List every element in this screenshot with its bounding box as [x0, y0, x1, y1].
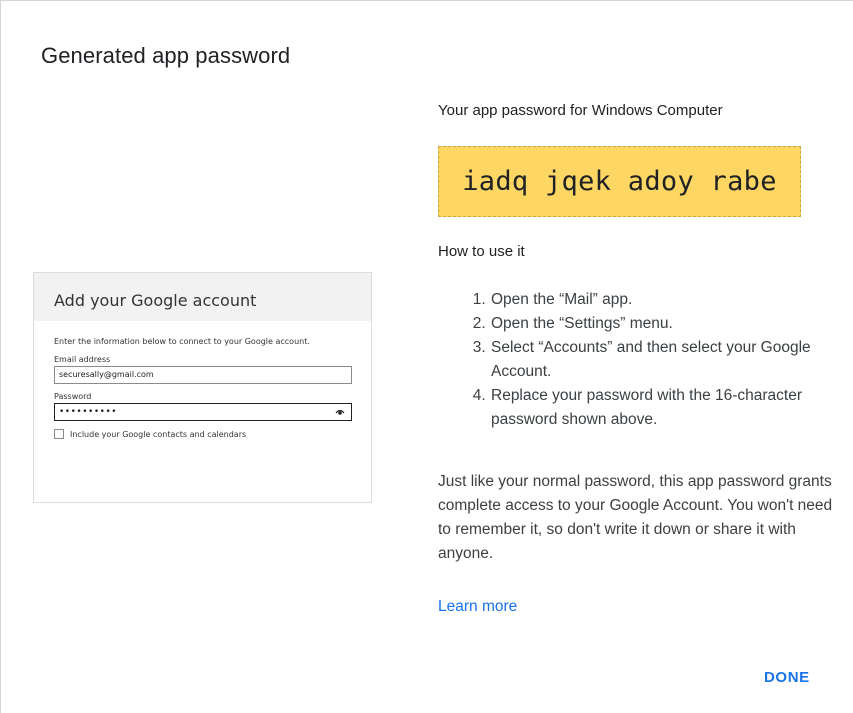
- illustration-title: Add your Google account: [34, 273, 371, 321]
- email-field: securesally@gmail.com: [54, 366, 352, 384]
- password-label: Password: [54, 392, 92, 401]
- done-button[interactable]: DONE: [756, 665, 818, 690]
- app-password-box[interactable]: iadq jqek adoy rabe: [438, 146, 801, 217]
- password-field-value: ••••••••••: [59, 407, 118, 417]
- security-description: Just like your normal password, this app…: [438, 473, 833, 562]
- illustration-intro: Enter the information below to connect t…: [54, 337, 310, 346]
- contacts-checkbox-row: Include your Google contacts and calenda…: [54, 429, 355, 439]
- learn-more-link[interactable]: Learn more: [438, 598, 517, 616]
- contacts-checkbox: [54, 429, 64, 439]
- dialog-title: Generated app password: [41, 43, 291, 68]
- contacts-checkbox-label: Include your Google contacts and calenda…: [70, 429, 247, 439]
- password-field: ••••••••••: [54, 403, 352, 421]
- password-heading: Your app password for Windows Computer: [438, 102, 723, 119]
- instruction-step: Open the “Settings” menu.: [490, 312, 838, 336]
- how-to-heading: How to use it: [438, 243, 525, 260]
- instruction-step: Replace your password with the 16-charac…: [490, 384, 838, 432]
- instruction-steps: Open the “Mail” app. Open the “Settings”…: [438, 288, 838, 432]
- email-label: Email address: [54, 355, 111, 364]
- instruction-step: Select “Accounts” and then select your G…: [490, 336, 838, 384]
- mail-app-illustration: Add your Google account Enter the inform…: [33, 272, 372, 503]
- instruction-step: Open the “Mail” app.: [490, 288, 838, 312]
- illustration-body: Enter the information below to connect t…: [34, 321, 371, 439]
- eye-icon: [335, 409, 345, 415]
- app-password-dialog: Generated app password Add your Google a…: [0, 0, 853, 713]
